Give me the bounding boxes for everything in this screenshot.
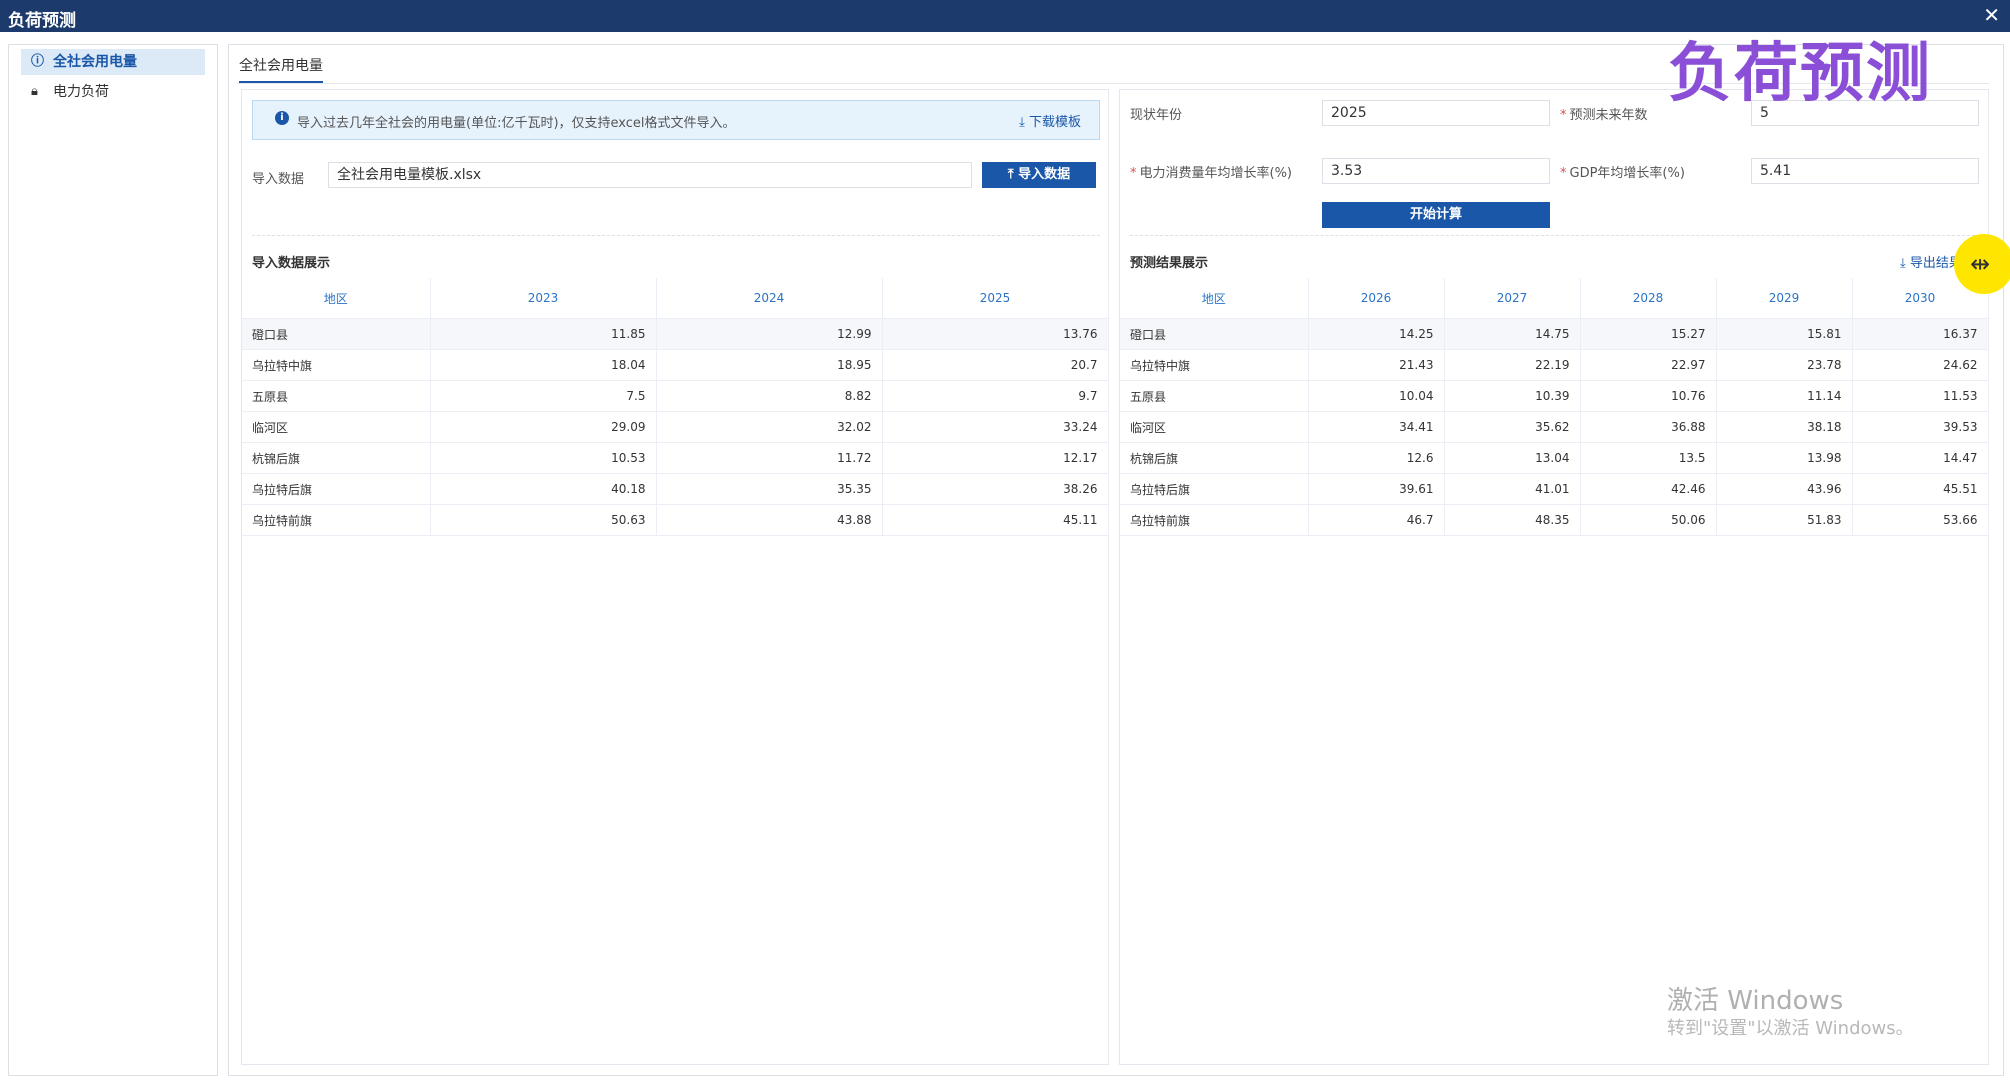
sidebar: ⓘ 全社会用电量 🔒︎ 电力负荷 xyxy=(8,44,218,1076)
column-header[interactable]: 2026 xyxy=(1308,278,1445,319)
table-row[interactable]: 磴口县 11.85 12.99 13.76 xyxy=(242,318,1109,350)
resize-cursor-icon: ⇹ xyxy=(1970,250,1991,278)
import-data-button[interactable]: ⤒ 导入数据 xyxy=(982,162,1096,188)
close-icon[interactable]: ✕ xyxy=(1983,3,2000,27)
table-row[interactable]: 杭锦后旗 10.53 11.72 12.17 xyxy=(242,442,1109,474)
sidebar-item-power-load[interactable]: 🔒︎ 电力负荷 xyxy=(21,79,205,105)
download-icon: ⤓ xyxy=(1019,115,1025,130)
column-header[interactable]: 2023 xyxy=(430,278,657,319)
table-row[interactable]: 乌拉特中旗 21.43 22.19 22.97 23.78 24.62 xyxy=(1120,349,1989,381)
import-section-title: 导入数据展示 xyxy=(252,256,331,271)
tab-electricity-consumption[interactable]: 全社会用电量 xyxy=(239,55,323,83)
future-years-label: * 预测未来年数 xyxy=(1560,108,1648,123)
info-icon: i xyxy=(275,111,289,125)
power-growth-field[interactable]: 3.53 xyxy=(1322,158,1550,184)
import-panel: i 导入过去几年全社会的用电量(单位:亿千瓦时)，仅支持excel格式文件导入。… xyxy=(241,89,1109,1065)
sidebar-item-label: 电力负荷 xyxy=(53,84,109,100)
download-template-link[interactable]: ⤓ 下载模板 xyxy=(1019,111,1081,130)
table-row[interactable]: 临河区 34.41 35.62 36.88 38.18 39.53 xyxy=(1120,411,1989,443)
gdp-growth-label: * GDP年均增长率(%) xyxy=(1560,166,1685,181)
import-file-field[interactable]: 全社会用电量模板.xlsx xyxy=(328,162,972,188)
table-row[interactable]: 乌拉特后旗 40.18 35.35 38.26 xyxy=(242,473,1109,505)
notice-text: 导入过去几年全社会的用电量(单位:亿千瓦时)，仅支持excel格式文件导入。 xyxy=(297,116,736,131)
column-header[interactable]: 地区 xyxy=(242,278,431,319)
table-row[interactable]: 五原县 10.04 10.39 10.76 11.14 11.53 xyxy=(1120,380,1989,412)
current-year-label: 现状年份 xyxy=(1130,108,1183,123)
download-icon: ⤓ xyxy=(1900,256,1906,271)
table-row[interactable]: 五原县 7.5 8.82 9.7 xyxy=(242,380,1109,412)
main-content: 全社会用电量 i 导入过去几年全社会的用电量(单位:亿千瓦时)，仅支持excel… xyxy=(228,44,2004,1076)
window-title: 负荷预测 xyxy=(8,11,76,31)
table-row[interactable]: 杭锦后旗 12.6 13.04 13.5 13.98 14.47 xyxy=(1120,442,1989,474)
column-header[interactable]: 2027 xyxy=(1444,278,1581,319)
forecast-panel: 现状年份 2025 * 预测未来年数 5 * 电力消费量年均增长率(%) 3.53 … xyxy=(1119,89,1989,1065)
info-circle-icon: ⓘ xyxy=(31,54,45,69)
import-data-label: 导入数据 xyxy=(252,172,305,187)
forecast-table: 地区 2026 2027 2028 2029 2030 磴口县 14.25 14… xyxy=(1120,278,1989,536)
table-row[interactable]: 乌拉特前旗 50.63 43.88 45.11 xyxy=(242,504,1109,536)
export-results-link[interactable]: ⤓ 导出结果 xyxy=(1900,252,1962,271)
gdp-growth-field[interactable]: 5.41 xyxy=(1751,158,1979,184)
table-row[interactable]: 乌拉特中旗 18.04 18.95 20.7 xyxy=(242,349,1109,381)
start-calculation-button[interactable]: 开始计算 xyxy=(1322,202,1550,228)
column-header[interactable]: 2024 xyxy=(656,278,883,319)
current-year-field[interactable]: 2025 xyxy=(1322,100,1550,126)
column-header[interactable]: 2028 xyxy=(1580,278,1717,319)
lock-icon: 🔒︎ xyxy=(31,84,38,99)
table-header-row: 地区 2023 2024 2025 xyxy=(242,278,1109,319)
forecast-section-title: 预测结果展示 xyxy=(1130,256,1209,271)
table-header-row: 地区 2026 2027 2028 2029 2030 xyxy=(1120,278,1989,319)
import-notice: i 导入过去几年全社会的用电量(单位:亿千瓦时)，仅支持excel格式文件导入。… xyxy=(252,100,1100,140)
activate-windows-hint: 转到"设置"以激活 Windows。 xyxy=(1667,1018,1914,1039)
sidebar-item-label: 全社会用电量 xyxy=(53,54,137,70)
overlay-title: 负荷预测 xyxy=(1668,37,1932,111)
power-growth-label: * 电力消费量年均增长率(%) xyxy=(1130,166,1292,181)
table-row[interactable]: 乌拉特后旗 39.61 41.01 42.46 43.96 45.51 xyxy=(1120,473,1989,505)
column-header[interactable]: 2029 xyxy=(1716,278,1853,319)
import-table: 地区 2023 2024 2025 磴口县 11.85 12.99 13.76 … xyxy=(242,278,1109,536)
divider xyxy=(252,235,1100,236)
table-row[interactable]: 临河区 29.09 32.02 33.24 xyxy=(242,411,1109,443)
activate-windows-watermark: 激活 Windows xyxy=(1667,986,1844,1016)
column-header[interactable]: 地区 xyxy=(1120,278,1309,319)
divider xyxy=(1130,235,1980,236)
table-row[interactable]: 磴口县 14.25 14.75 15.27 15.81 16.37 xyxy=(1120,318,1989,350)
column-header[interactable]: 2025 xyxy=(882,278,1109,319)
table-row[interactable]: 乌拉特前旗 46.7 48.35 50.06 51.83 53.66 xyxy=(1120,504,1989,536)
sidebar-item-electricity-consumption[interactable]: ⓘ 全社会用电量 xyxy=(21,49,205,75)
upload-icon: ⤒ xyxy=(1007,167,1014,182)
